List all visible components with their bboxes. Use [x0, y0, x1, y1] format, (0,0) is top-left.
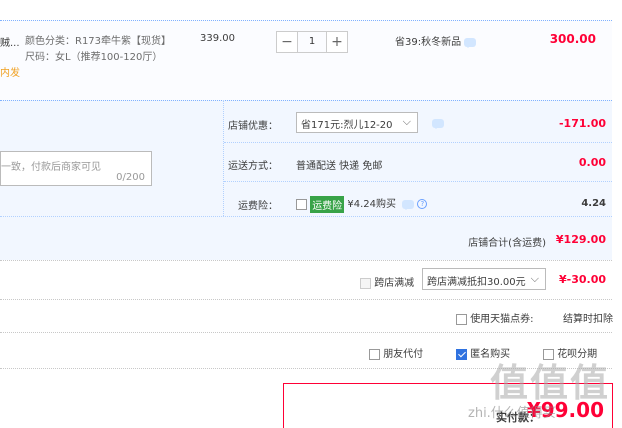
shipping-label: 运送方式：: [228, 161, 278, 172]
item-delivery-note: 内发: [0, 68, 20, 79]
insurance-amount: 4.24: [581, 198, 606, 209]
message-counter: 0/200: [116, 172, 145, 183]
watermark-site: zhi.什么值得买: [468, 406, 556, 421]
shop-discount-selected: 省171元:烈儿12-20: [301, 120, 393, 131]
item-title[interactable]: 贼...: [0, 34, 22, 49]
item-total: 300.00: [549, 32, 596, 46]
shipping-amount: 0.00: [578, 156, 606, 169]
insurance-price: ¥4.24购买: [347, 199, 397, 210]
cross-store-option: 跨店满减: [360, 274, 414, 289]
cross-store-amount: ¥-30.00: [558, 273, 606, 286]
chevron-down-icon: ⌵: [530, 272, 539, 285]
shop-discount-label: 店铺优惠：: [228, 121, 278, 132]
shipping-method: 普通配送 快递 免邮: [296, 161, 383, 172]
insurance-checkbox[interactable]: [296, 198, 307, 210]
chat-icon[interactable]: [432, 118, 444, 129]
friend-pay-checkbox[interactable]: [369, 348, 380, 360]
qty-plus-button[interactable]: +: [326, 31, 348, 53]
cross-store-label: 跨店满减: [374, 278, 415, 289]
divider: [224, 181, 612, 182]
insurance-tag: 运费险: [310, 195, 345, 213]
friend-pay-label: 朋友代付: [383, 349, 424, 360]
message-placeholder: 一致，付款后商家可见: [1, 162, 101, 173]
divider: [224, 142, 612, 143]
order-item-row: 贼... 内发 颜色分类：R173牵牛紫【现货】 尺码：女L（推荐100-120…: [0, 20, 612, 100]
shop-total-amount: ¥129.00: [555, 233, 606, 246]
shop-discount-select[interactable]: 省171元:烈儿12-20 ⌵: [296, 112, 418, 133]
chat-icon[interactable]: [402, 199, 415, 210]
insurance-option: 运费险 ¥4.24购买 ?: [296, 195, 428, 213]
chat-icon[interactable]: [464, 37, 477, 48]
points-checkbox[interactable]: [456, 313, 467, 325]
watermark-logo: 值值值: [489, 361, 610, 405]
cross-store-selected: 跨店满减抵扣30.00元: [427, 277, 526, 288]
help-icon[interactable]: ?: [417, 199, 428, 209]
chevron-down-icon: ⌵: [402, 115, 411, 128]
item-sku-info: 颜色分类：R173牵牛紫【现货】 尺码：女L（推荐100-120厅）: [25, 34, 171, 66]
divider: [0, 216, 612, 217]
divider: [0, 332, 612, 333]
friend-pay-option: 朋友代付: [369, 345, 423, 360]
item-unit-price: 339.00: [200, 33, 235, 44]
message-input[interactable]: 一致，付款后商家可见 0/200: [0, 151, 152, 186]
qty-input[interactable]: 1: [298, 31, 326, 53]
item-color: 颜色分类：R173牵牛紫【现货】: [25, 36, 172, 47]
qty-minus-button[interactable]: −: [276, 31, 298, 53]
points-note: 结算时扣除: [563, 314, 613, 325]
points-label: 使用天猫点券:: [470, 314, 534, 325]
shop-discount-amount: -171.00: [558, 117, 606, 130]
shop-total-label: 店铺合计(含运费): [468, 238, 546, 249]
cross-store-select[interactable]: 跨店满减抵扣30.00元 ⌵: [422, 268, 546, 290]
item-size: 尺码：女L（推荐100-120厅）: [25, 52, 163, 63]
item-promo: 省39:秋冬新品: [395, 33, 477, 48]
divider: [0, 299, 612, 300]
insurance-label: 运费险：: [238, 201, 278, 212]
points-option: 使用天猫点券:: [456, 310, 534, 325]
divider: [223, 100, 224, 216]
item-promo-label: 省39:秋冬新品: [395, 37, 462, 48]
divider: [0, 260, 612, 261]
quantity-stepper: − 1 +: [276, 31, 348, 53]
cross-store-checkbox[interactable]: [360, 277, 371, 289]
anonymous-checkbox[interactable]: [456, 348, 467, 360]
